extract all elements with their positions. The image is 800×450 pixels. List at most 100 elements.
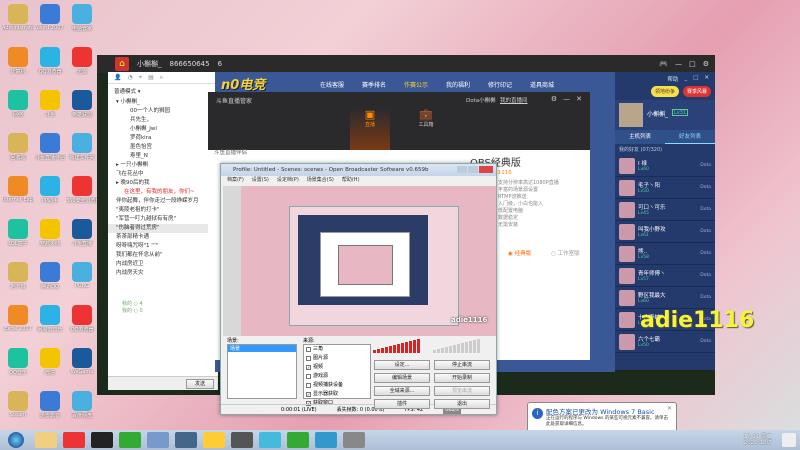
taskbar-app-icon[interactable] [343,432,365,448]
channel-row[interactable]: ▸ 一只小槲槲 [108,161,218,170]
channel-row[interactable]: "夷陵老祖的打卡" [108,206,218,215]
taskbar-app-icon[interactable] [203,432,225,448]
friend-item[interactable]: 可口丶可乐 Lv45 Dota [615,199,715,221]
settings-icon[interactable]: ⚙ [703,60,709,68]
friend-item[interactable]: I 禄 Lv60 Dota [615,155,715,177]
channel-row[interactable]: 伴你起舞，伴你走过一段峥嵘岁月 [108,197,218,206]
taskbar-app-icon[interactable] [315,432,337,448]
taskbar-app-icon[interactable] [147,432,169,448]
radio-classic[interactable]: ◉ 经典版 [508,249,531,257]
source-item[interactable]: 游戏源 [304,372,370,381]
friend-item[interactable]: 青年师傅丶 Lv57 Dota [615,265,715,287]
channel-row[interactable]: 茶茶部精卡通 [108,233,218,242]
desktop-icon[interactable]: Administrator [2,4,34,31]
menu-item[interactable]: 设置(S) [252,176,269,185]
plugins-button[interactable]: 插件 [374,399,430,409]
channel-row[interactable]: 呀呀嗨咒呀"1 '''" [108,242,218,251]
desktop-icon[interactable]: Word 2007 [34,4,66,31]
exit-button[interactable]: 退出 [434,399,490,409]
channel-row[interactable]: 墨色怡宫 [108,143,218,152]
my-room-link[interactable]: 我的直播间 [500,96,528,104]
taskbar-app-icon[interactable] [119,432,141,448]
source-checkbox[interactable] [306,347,311,352]
search-icon[interactable]: ⌕ [160,74,163,81]
channel-row[interactable]: 我们都在怀念从前" [108,251,218,260]
douyu-user[interactable]: Dota小槲槲 [466,96,496,104]
minimize-button[interactable]: _ [684,75,687,83]
channel-row[interactable]: ▸ 晚90后的我 [108,179,218,188]
desktop-icon[interactable]: QQ音乐 [2,348,34,376]
taskbar-app-icon[interactable] [35,432,57,448]
channel-row[interactable]: 内战房天灾 [108,269,218,278]
friend-item[interactable]: 野区我最大 Lv60 Dota [615,287,715,309]
settings-button[interactable]: 设定... [374,360,430,370]
mic-volume-meter[interactable] [373,339,429,353]
nav-item[interactable]: 道具商城 [530,80,554,89]
desktop-icon[interactable]: 迅雷影音 [34,391,66,419]
close-button[interactable]: ✕ [704,75,709,83]
taskbar-app-icon[interactable] [175,432,197,448]
tab-toolbox[interactable]: 💼 工具箱 [408,108,444,128]
maximize-button[interactable] [468,166,478,173]
source-item[interactable]: 视频捕获设备 [304,381,370,390]
taskbar-app-icon[interactable] [91,432,113,448]
chart-icon[interactable]: ◔ [127,74,132,81]
mode-select[interactable]: 普通模式 ▾ [108,84,218,98]
taskbar-app-icon[interactable] [259,432,281,448]
desktop-icon[interactable]: 360安全浏览器 [66,176,98,204]
channel-row[interactable]: ▾ 小槲槲_ [108,98,218,107]
settings-icon[interactable]: ⚙ [551,95,557,103]
source-item[interactable]: ✓ 显示器获取 [304,390,370,399]
friend-group[interactable]: 我的好友 (07/320) [615,144,715,155]
source-item[interactable]: ✓ 视频 [304,363,370,372]
home-icon[interactable]: ⌂ [115,57,129,71]
channel-row[interactable]: 寿里_N [108,152,218,161]
desktop-icon[interactable]: PUBG [66,262,98,289]
avatar[interactable] [619,103,643,127]
nav-item[interactable]: 修行印记 [488,80,512,89]
desktop-icon[interactable]: QQ浏览器 [66,305,98,333]
scenes-list[interactable]: 场景 [227,344,297,399]
source-checkbox[interactable] [306,356,311,361]
desktop-icon[interactable]: 斗鱼 [34,90,66,118]
close-button[interactable]: ✕ [576,95,582,103]
source-checkbox[interactable]: ✓ [306,365,311,370]
channel-row[interactable]: 内战房近卫 [108,260,218,269]
clock[interactable]: 17:21 周二 2021/12/7 [743,432,772,446]
stop-stream-button[interactable]: 停止串流 [434,360,490,370]
desktop-icon[interactable]: Excel 2007 [2,305,34,332]
send-button[interactable]: 发送 [186,379,214,389]
channel-row[interactable]: "军营一叮九越狱有有房" [108,215,218,224]
desktop-icon[interactable]: 电脑管家 [66,4,98,32]
desktop-icon[interactable]: 计算机 [2,47,34,75]
source-item[interactable]: 图片源 [304,354,370,363]
friend-item[interactable]: 毛子丶阳 Lv50 Dota [615,177,715,199]
radio-studio[interactable]: ○ 工作室版 [551,249,580,257]
desktop-icon[interactable]: QQ浏览器 [34,47,66,75]
friend-item[interactable]: 六个七霸 Lv50 Dota [615,331,715,353]
start-record-button[interactable]: 开始录制 [434,373,490,383]
desktop-icon[interactable]: 百度网盘 [66,391,98,419]
friend-item[interactable]: 熊.. Lv58 Dota [615,243,715,265]
scene-item[interactable]: 场景 [228,345,296,352]
notification-balloon[interactable]: i 配色方案已更改为 Windows 7 Basic 正在运行的程序与 Wind… [527,402,677,433]
desktop-icon[interactable]: 网络 [2,90,34,118]
friend-item[interactable]: 叫我小野攻 Lv61 Dota [615,221,715,243]
source-checkbox[interactable] [306,374,311,379]
desktop-icon[interactable]: Steam [2,391,34,418]
minimize-button[interactable] [457,166,467,173]
desktop-icon[interactable]: Internet Explorer [2,176,34,203]
channel-row[interactable]: 00一个人的狮园 [108,107,218,116]
desktop-icon[interactable]: PP助手 [34,176,66,204]
desktop-icon[interactable]: 回收站 [2,133,34,161]
desktop-icon[interactable]: 网易云音乐 [34,305,66,333]
maximize-button[interactable]: □ [693,75,698,83]
user-icon[interactable]: 👤 [114,74,121,81]
nav-item[interactable]: 作赛公示 [404,80,428,89]
menu-item[interactable]: 设定档(P) [277,176,299,185]
taskbar-app-icon[interactable] [287,432,309,448]
channel-row[interactable]: 在这里，有我的朋友，你们~ [108,188,218,197]
territory-button[interactable]: 领地纷争 [650,86,679,97]
source-checkbox[interactable]: ✓ [306,392,311,397]
desktop-icon[interactable]: WeGame [66,348,98,375]
